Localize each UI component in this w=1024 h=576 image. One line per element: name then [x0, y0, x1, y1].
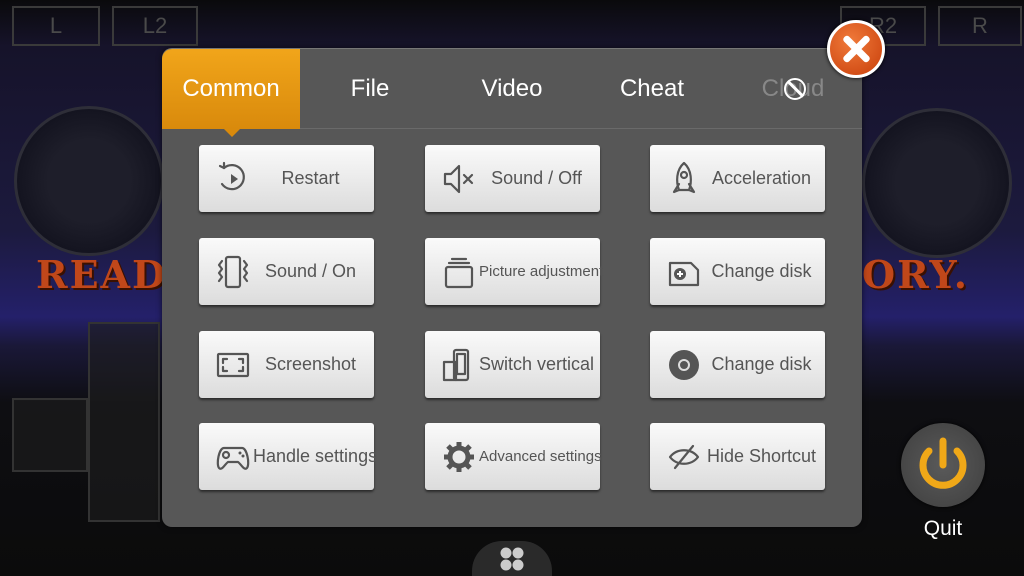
button-change-disk-8[interactable]: Change disk	[650, 331, 825, 398]
button-handle-settings-9[interactable]: Handle settings	[199, 423, 377, 490]
quit-label: Quit	[923, 517, 963, 540]
left-analog-stick[interactable]	[14, 106, 164, 256]
quit-button[interactable]	[901, 423, 985, 507]
close-button[interactable]	[827, 20, 885, 78]
button-sound-on-3[interactable]: Sound / On	[199, 238, 374, 305]
disc-icon	[664, 345, 704, 385]
button-label: Advanced settings	[479, 448, 602, 465]
tab-label: Cheat	[619, 75, 685, 102]
gear-icon	[439, 437, 479, 477]
dpad[interactable]	[88, 322, 160, 522]
tab-common[interactable]: Common	[162, 49, 300, 137]
button-hide-shortcut-11[interactable]: Hide Shortcut	[650, 423, 825, 490]
eye-off-icon	[664, 437, 704, 477]
tab-label: File	[350, 75, 390, 102]
restart-icon	[213, 159, 253, 199]
gamepad-icon	[213, 437, 253, 477]
screenshot-frame-icon	[213, 345, 253, 385]
right-analog-stick[interactable]	[862, 108, 1012, 258]
menu-toggle-button[interactable]	[472, 541, 552, 576]
button-sound-off-1[interactable]: Sound / Off	[425, 145, 600, 212]
game-text-right: ORY.	[862, 252, 969, 297]
button-change-disk-5[interactable]: Change disk	[650, 238, 825, 305]
button-switch-vertical-7[interactable]: Switch vertical	[425, 331, 600, 398]
button-screenshot-6[interactable]: Screenshot	[199, 331, 374, 398]
phone-vibrate-icon	[213, 252, 253, 292]
l2-shoulder-button[interactable]: L2	[112, 6, 198, 46]
button-label: Acceleration	[711, 168, 812, 188]
rocket-icon	[664, 159, 704, 199]
button-label: Screenshot	[264, 354, 357, 374]
dpad-left[interactable]	[12, 398, 88, 472]
button-label: Switch vertical	[479, 354, 595, 374]
add-file-icon	[664, 252, 704, 292]
button-label: Restart	[281, 168, 340, 188]
tab-label: Common	[182, 75, 280, 102]
rotate-phone-icon	[439, 345, 479, 385]
ban-icon	[784, 78, 806, 100]
l-shoulder-button[interactable]: L	[12, 6, 100, 46]
tab-bar: Common File Video Cheat Cloud	[162, 49, 862, 137]
picture-stack-icon	[439, 252, 479, 292]
power-icon	[919, 437, 967, 489]
button-label: Handle settings	[253, 446, 378, 466]
button-acceleration-2[interactable]: Acceleration	[650, 145, 825, 212]
button-label: Picture adjustment	[479, 263, 604, 280]
button-restart-0[interactable]: Restart	[199, 145, 374, 212]
button-advanced-settings-10[interactable]: Advanced settings	[425, 423, 602, 490]
r-shoulder-button[interactable]: R	[938, 6, 1022, 46]
button-label: Change disk	[711, 261, 812, 281]
speaker-mute-icon	[439, 159, 479, 199]
tab-cheat[interactable]: Cheat	[592, 49, 712, 129]
tab-file[interactable]: File	[310, 49, 430, 129]
button-label: Hide Shortcut	[706, 446, 817, 466]
button-label: Sound / On	[264, 261, 357, 281]
game-text-left: READ	[36, 252, 167, 297]
tab-video[interactable]: Video	[452, 49, 572, 129]
grid-menu-icon	[500, 547, 524, 570]
tab-label: Video	[481, 75, 543, 102]
button-picture-adjustment-4[interactable]: Picture adjustment	[425, 238, 603, 305]
button-label: Change disk	[711, 354, 812, 374]
button-label: Sound / Off	[491, 168, 582, 188]
